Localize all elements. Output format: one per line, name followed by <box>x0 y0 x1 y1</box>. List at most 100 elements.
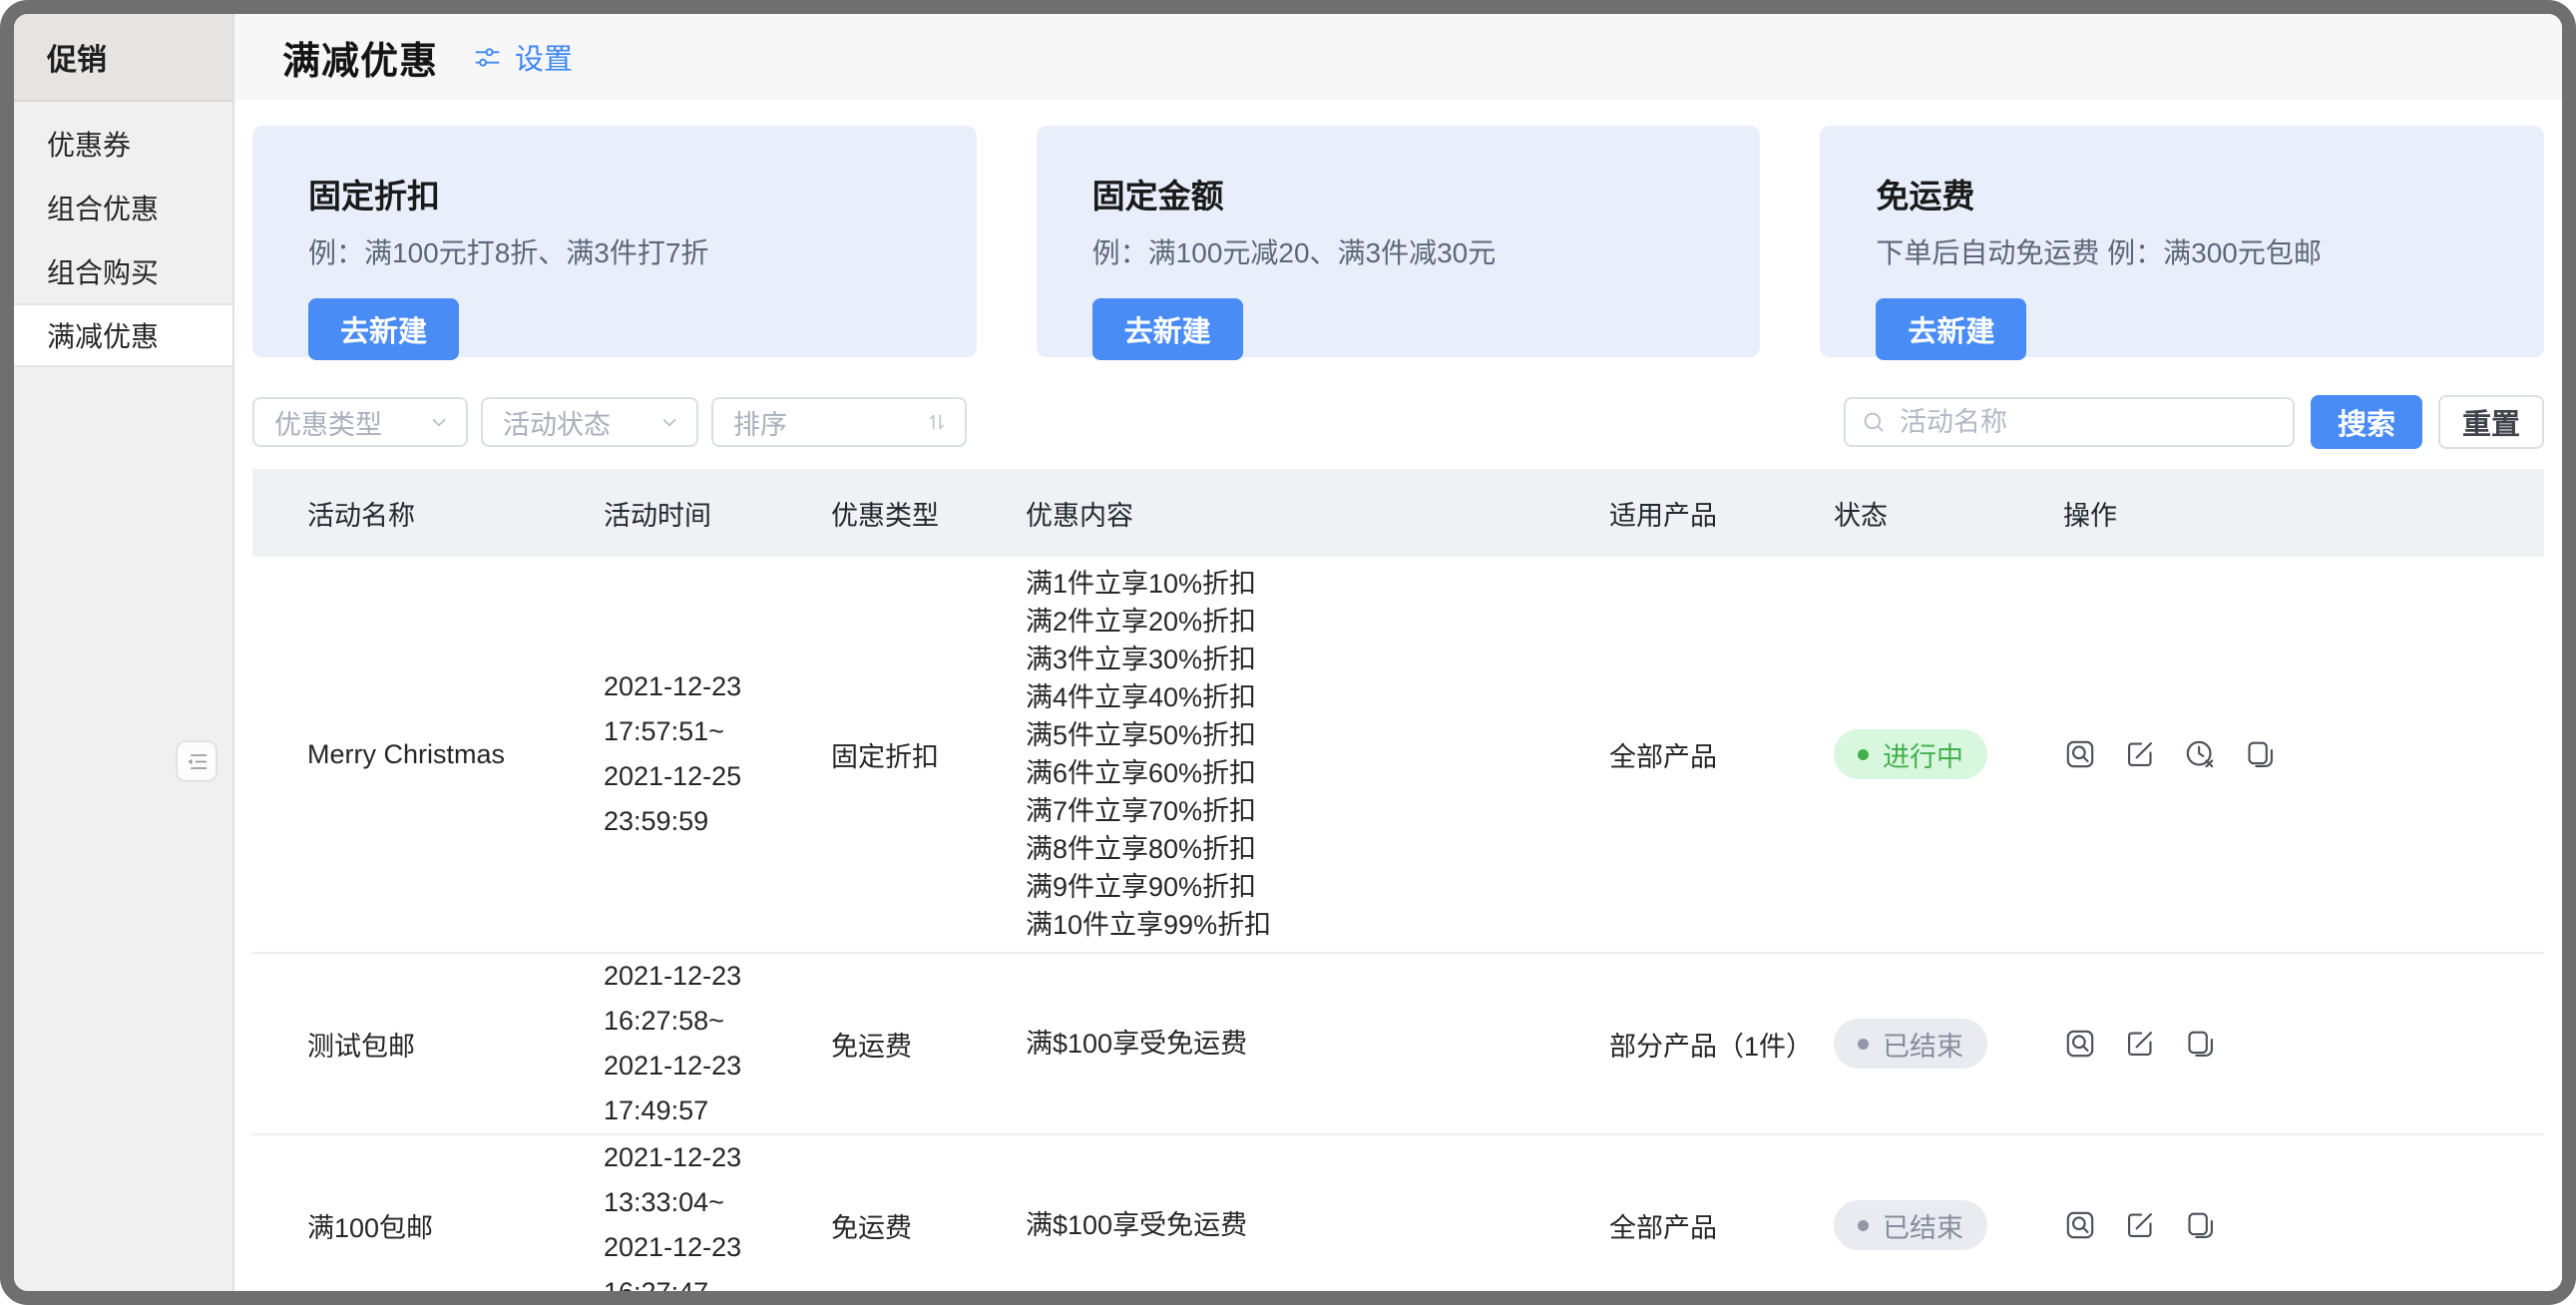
status-dot-icon <box>1858 749 1869 760</box>
discount-rule: 满8件立享80%折扣 <box>1026 830 1609 868</box>
discount-rule: 满10件立享99%折扣 <box>1026 906 1609 944</box>
discount-rule: 满9件立享90%折扣 <box>1026 868 1609 906</box>
activity-time: 2021-12-23 16:27:58~2021-12-23 17:49:57 <box>604 954 831 1133</box>
card-description: 例：满100元打8折、满3件打7折 <box>308 231 937 271</box>
status-cell: 已结束 <box>1834 1019 2063 1069</box>
activity-status-select[interactable]: 活动状态 <box>481 397 698 447</box>
card-title: 固定折扣 <box>308 170 937 218</box>
main-panel: 满减优惠 设置 固定折扣例：满100元打8折、满3件打7折去新建固定金额例：满1… <box>234 14 2562 1291</box>
discount-rule: 满$100享受免运费 <box>1026 1025 1609 1063</box>
create-new-button[interactable]: 去新建 <box>1092 298 1243 360</box>
row-actions <box>2063 737 2544 771</box>
copy-action-icon[interactable] <box>2183 1027 2217 1061</box>
coupon-content: 满$100享受免运费 <box>1026 1198 1609 1252</box>
activity-name: 测试包邮 <box>252 1025 604 1064</box>
chevron-down-icon <box>426 409 452 435</box>
sidebar-nav: 优惠券组合优惠组合购买满减优惠 <box>14 102 232 367</box>
column-header-content: 优惠内容 <box>1026 494 1609 533</box>
discount-rule: 满5件立享50%折扣 <box>1026 716 1609 754</box>
sidebar: 促销 优惠券组合优惠组合购买满减优惠 <box>14 14 234 1291</box>
copy-action-icon[interactable] <box>2183 1208 2217 1242</box>
status-badge: 已结束 <box>1834 1019 1987 1069</box>
edit-action-icon[interactable] <box>2123 1027 2157 1061</box>
search-button[interactable]: 搜索 <box>2311 395 2422 449</box>
discount-rule: 满7件立享70%折扣 <box>1026 792 1609 830</box>
row-actions <box>2063 1208 2544 1242</box>
column-header-time: 活动时间 <box>604 494 831 533</box>
page-header: 满减优惠 设置 <box>234 14 2562 100</box>
applicable-products: 全部产品 <box>1609 735 1834 774</box>
column-header-name: 活动名称 <box>252 494 604 533</box>
settings-link[interactable]: 设置 <box>472 36 573 78</box>
column-header-type: 优惠类型 <box>831 494 1026 533</box>
edit-action-icon[interactable] <box>2123 737 2157 771</box>
sliders-icon <box>472 42 503 73</box>
activity-time: 2021-12-23 13:33:04~2021-12-23 16:27:47 <box>604 1135 831 1305</box>
edit-action-icon[interactable] <box>2123 1208 2157 1242</box>
coupon-content: 满$100享受免运费 <box>1026 1017 1609 1071</box>
create-new-button[interactable]: 去新建 <box>308 298 459 360</box>
promo-cards: 固定折扣例：满100元打8折、满3件打7折去新建固定金额例：满100元减20、满… <box>252 126 2544 357</box>
status-badge: 已结束 <box>1834 1200 1987 1250</box>
sidebar-title: 促销 <box>14 14 232 102</box>
sort-arrows-icon <box>923 408 951 436</box>
sort-placeholder: 排序 <box>733 403 787 442</box>
status-label: 已结束 <box>1883 1025 1963 1064</box>
time-start: 2021-12-23 13:33:04~ <box>604 1135 831 1225</box>
activity-name: Merry Christmas <box>252 739 604 770</box>
status-badge: 进行中 <box>1834 729 1987 779</box>
table-row: 测试包邮2021-12-23 16:27:58~2021-12-23 17:49… <box>252 954 2544 1135</box>
filter-bar: 优惠类型 活动状态 排序 搜索 重置 <box>252 395 2544 449</box>
card-description: 例：满100元减20、满3件减30元 <box>1092 231 1721 271</box>
create-new-button[interactable]: 去新建 <box>1876 298 2026 360</box>
preview-action-icon[interactable] <box>2063 1027 2097 1061</box>
coupon-type: 免运费 <box>831 1206 1026 1245</box>
row-actions <box>2063 1027 2544 1061</box>
column-header-status: 状态 <box>1834 494 2063 533</box>
preview-action-icon[interactable] <box>2063 1208 2097 1242</box>
time-end: 2021-12-23 17:49:57 <box>604 1044 831 1133</box>
chevron-down-icon <box>656 409 682 435</box>
sidebar-item-combo-discount[interactable]: 组合优惠 <box>14 176 232 239</box>
end-early-action-icon[interactable] <box>2183 737 2217 771</box>
settings-label: 设置 <box>515 36 573 78</box>
card-fixed-amount: 固定金额例：满100元减20、满3件减30元去新建 <box>1037 126 1761 357</box>
discount-rule: 满6件立享60%折扣 <box>1026 754 1609 792</box>
table-header-row: 活动名称活动时间优惠类型优惠内容适用产品状态操作 <box>252 469 2544 557</box>
card-free-shipping: 免运费下单后自动免运费 例：满300元包邮去新建 <box>1820 126 2544 357</box>
activity-name: 满100包邮 <box>252 1206 604 1245</box>
card-description: 下单后自动免运费 例：满300元包邮 <box>1876 231 2504 271</box>
copy-action-icon[interactable] <box>2243 737 2277 771</box>
preview-action-icon[interactable] <box>2063 737 2097 771</box>
discount-rule: 满$100享受免运费 <box>1026 1206 1609 1244</box>
search-group: 搜索 重置 <box>1844 395 2544 449</box>
discount-rule: 满4件立享40%折扣 <box>1026 678 1609 716</box>
status-dot-icon <box>1858 1220 1869 1231</box>
app-window: 促销 优惠券组合优惠组合购买满减优惠 满减优惠 设置 固定折扣例：满100元打8… <box>0 0 2576 1305</box>
coupon-type-placeholder: 优惠类型 <box>274 403 382 442</box>
status-label: 已结束 <box>1883 1206 1963 1245</box>
time-start: 2021-12-23 16:27:58~ <box>604 954 831 1044</box>
column-header-products: 适用产品 <box>1609 494 1834 533</box>
search-box <box>1844 397 2295 447</box>
time-end: 2021-12-23 16:27:47 <box>604 1225 831 1305</box>
sidebar-item-full-reduction[interactable]: 满减优惠 <box>14 303 232 367</box>
sort-select[interactable]: 排序 <box>711 397 967 447</box>
search-icon <box>1860 408 1888 436</box>
reset-button[interactable]: 重置 <box>2438 395 2544 449</box>
applicable-products: 全部产品 <box>1609 1206 1834 1245</box>
discount-rule: 满1件立享10%折扣 <box>1026 565 1609 603</box>
discount-rule: 满2件立享20%折扣 <box>1026 603 1609 641</box>
activities-table: 活动名称活动时间优惠类型优惠内容适用产品状态操作 Merry Christmas… <box>252 469 2544 1305</box>
status-dot-icon <box>1858 1039 1869 1050</box>
coupon-content: 满1件立享10%折扣满2件立享20%折扣满3件立享30%折扣满4件立享40%折扣… <box>1026 557 1609 952</box>
collapse-sidebar-button[interactable] <box>176 740 217 782</box>
page-title: 满减优惠 <box>282 30 438 85</box>
sidebar-item-combo-purchase[interactable]: 组合购买 <box>14 239 232 303</box>
coupon-type-select[interactable]: 优惠类型 <box>252 397 468 447</box>
card-title: 固定金额 <box>1092 170 1721 218</box>
sidebar-item-coupons[interactable]: 优惠券 <box>14 112 232 176</box>
time-end: 2021-12-25 23:59:59 <box>604 754 831 844</box>
activity-name-input[interactable] <box>1898 406 2279 439</box>
status-cell: 进行中 <box>1834 729 2063 779</box>
